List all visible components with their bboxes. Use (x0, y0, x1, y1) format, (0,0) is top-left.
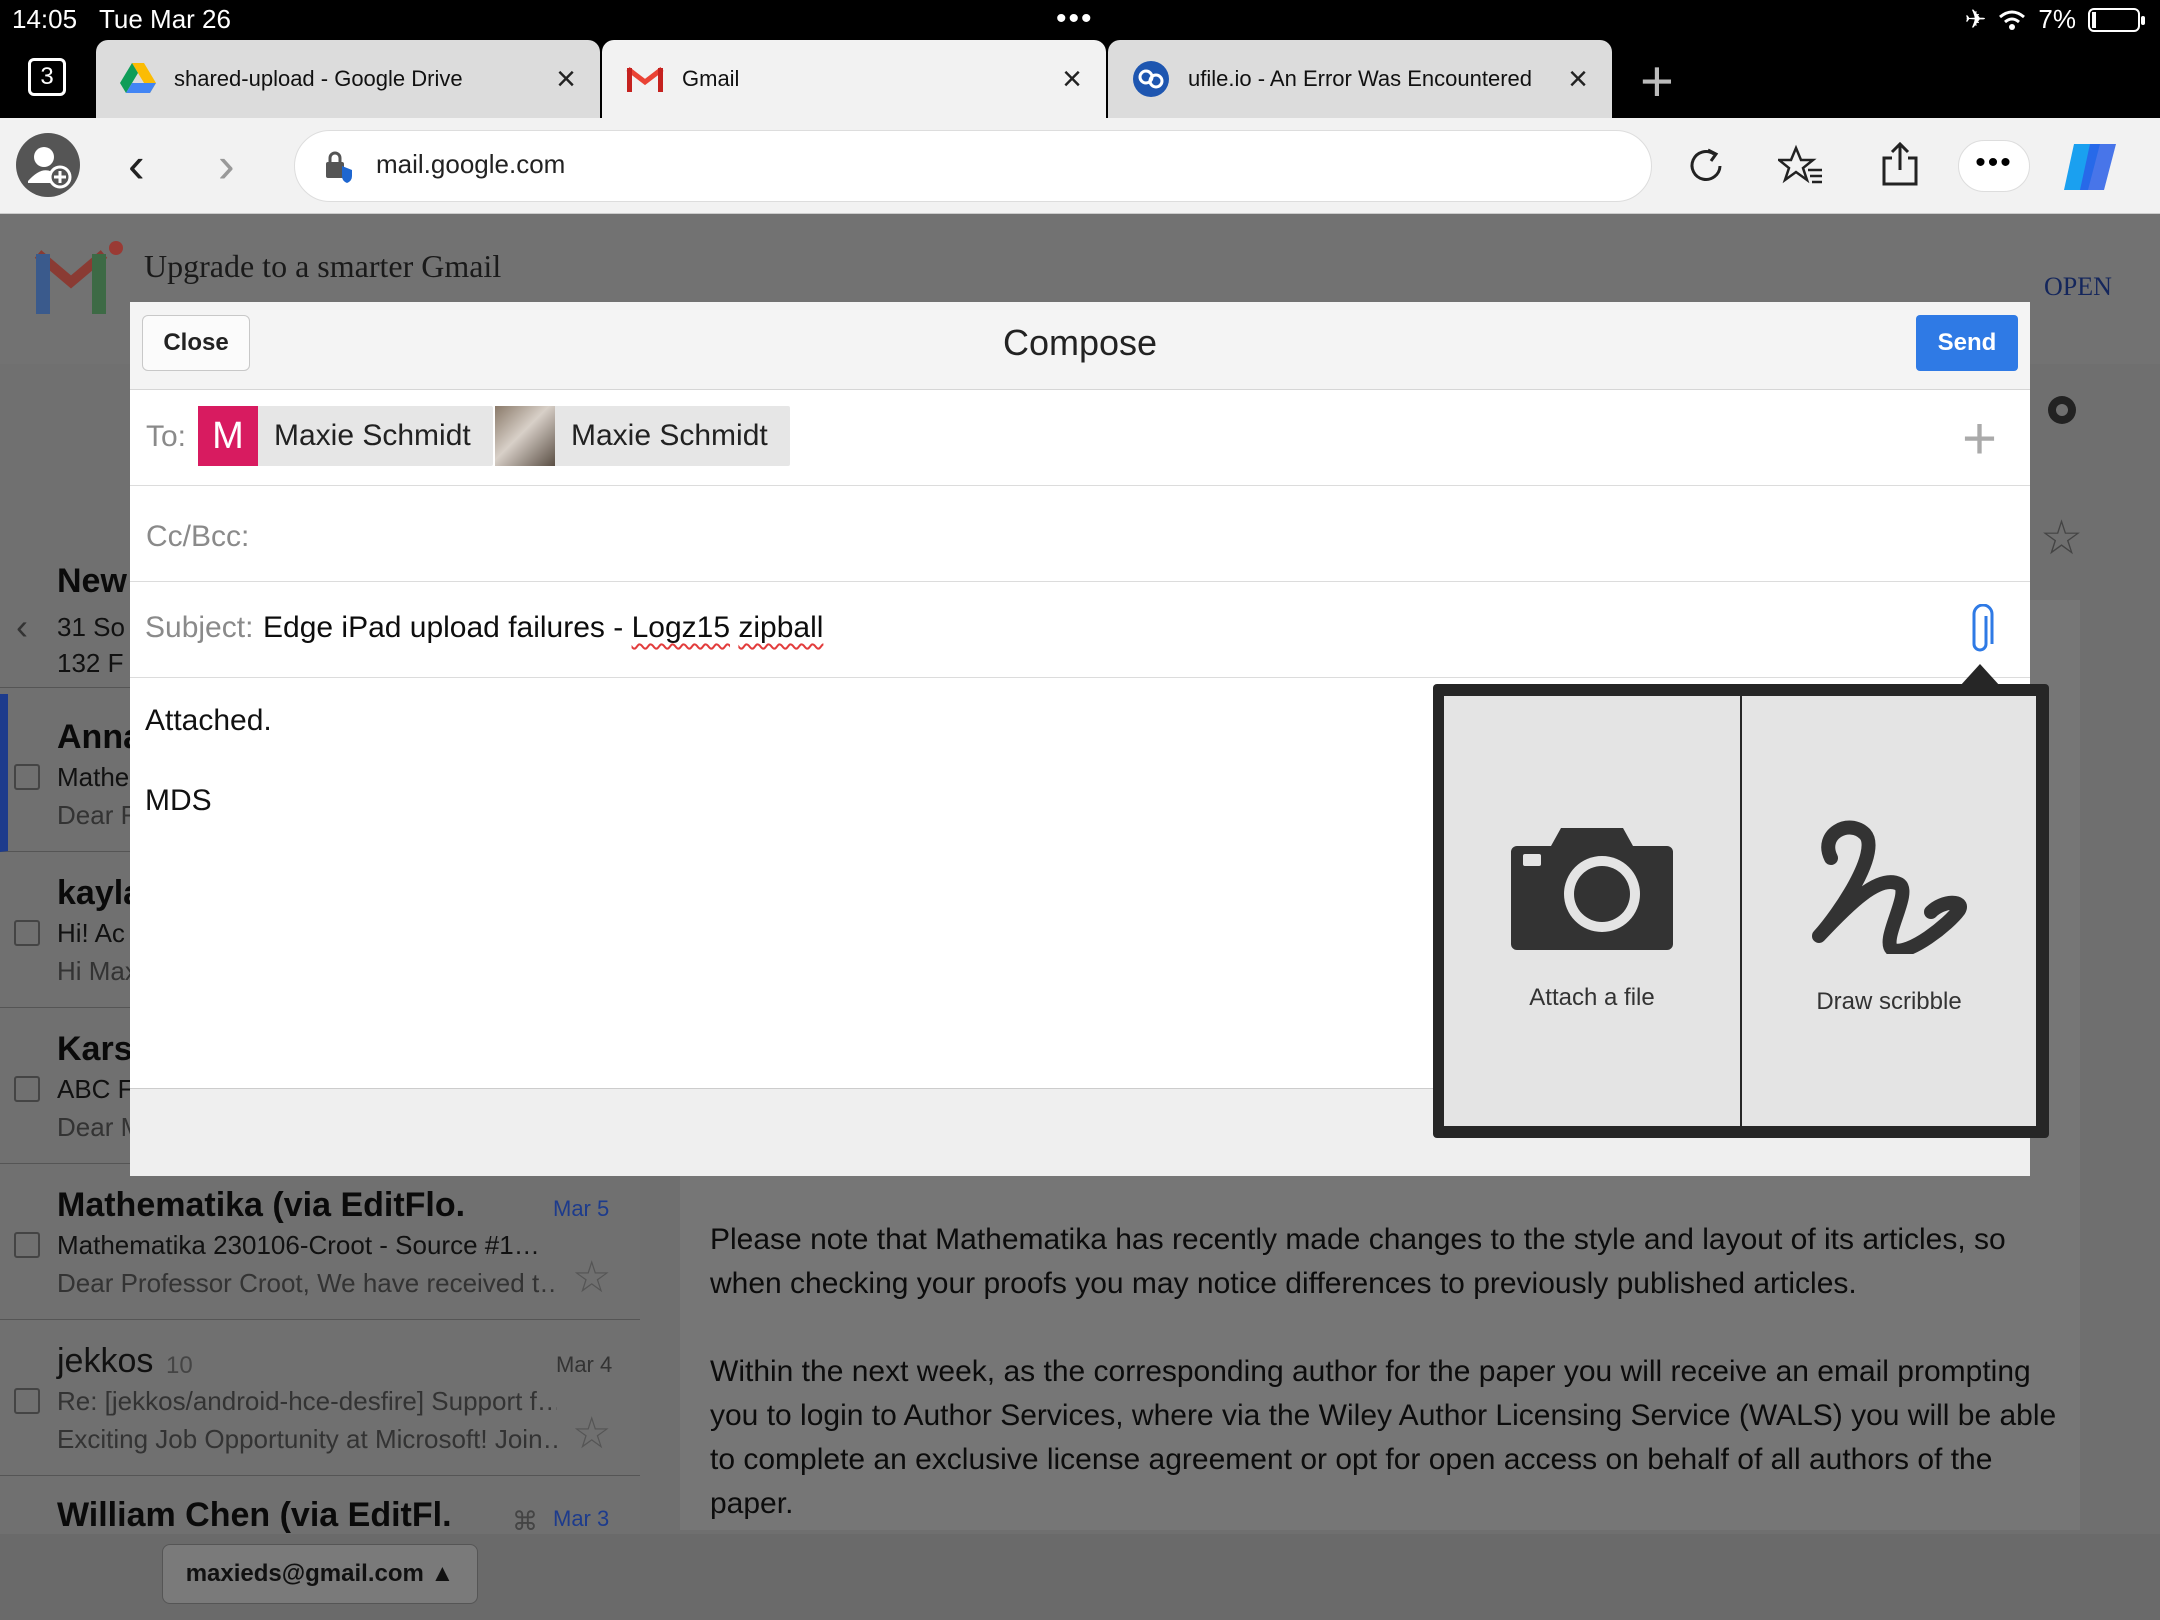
tab-ufile[interactable]: ufile.io - An Error Was Encountered × (1108, 40, 1612, 118)
email-body-paragraph: Within the next week, as the correspondi… (710, 1355, 2057, 1520)
star-icon[interactable]: ☆ (572, 1252, 611, 1303)
airplane-icon: ✈ (1964, 4, 1987, 34)
misspelled-word: Logz15 (631, 611, 731, 644)
profile-avatar-icon[interactable] (16, 133, 80, 197)
sender-name: William Chen (via EditFl. (57, 1496, 452, 1534)
checkbox[interactable] (14, 920, 40, 946)
reload-icon[interactable] (1684, 144, 1728, 188)
account-switcher-button[interactable]: maxieds@gmail.com ▲ (162, 1544, 478, 1604)
subject-text: Edge iPad upload failures - (263, 611, 632, 644)
status-indicators: ✈ 7% (1964, 4, 2145, 35)
recipient-name: Maxie Schmidt (274, 419, 471, 452)
subject-line: Re: [jekkos/android-hce-desfire] Support… (57, 1386, 557, 1416)
message-date: Mar 3 (553, 1506, 610, 1531)
attachment-icon: ⌘ (512, 1506, 538, 1536)
camera-icon (1511, 828, 1673, 950)
message-date: Mar 4 (556, 1352, 613, 1377)
list-item[interactable]: jekkos 10 Mar 4 Re: [jekkos/android-hce-… (0, 1320, 640, 1476)
multitask-dots-icon[interactable]: ••• (1056, 2, 1094, 36)
gmail-icon (626, 67, 664, 92)
message-date: Mar 5 (553, 1196, 610, 1221)
status-time: 14:05 (12, 4, 78, 34)
recipient-avatar: M (198, 406, 258, 466)
battery-percent: 7% (2038, 4, 2076, 34)
account-email: maxieds@gmail.com (185, 1560, 424, 1587)
ufile-icon (1133, 61, 1169, 97)
tab-count-button[interactable]: 3 (28, 58, 66, 96)
close-tab-icon[interactable]: × (1062, 60, 1082, 99)
back-icon[interactable]: ‹ (128, 136, 145, 194)
preview-line: Exciting Job Opportunity at Microsoft! J… (57, 1424, 557, 1454)
new-tab-icon[interactable]: + (1640, 48, 1674, 115)
cc-bcc-field[interactable] (130, 486, 2030, 582)
sender-name: New (57, 562, 127, 600)
checkbox[interactable] (14, 1232, 40, 1258)
upgrade-banner-text: Upgrade to a smarter Gmail (144, 248, 502, 284)
subject-value[interactable]: Edge iPad upload failures - Logz15 zipba… (263, 611, 823, 645)
tab-gmail[interactable]: Gmail × (602, 40, 1106, 118)
subject-label: Subject: (145, 611, 254, 644)
checkbox[interactable] (14, 1388, 40, 1414)
body-line[interactable]: MDS (145, 784, 212, 818)
sender-name: Kars (57, 1030, 133, 1068)
tab-title: Gmail (682, 66, 740, 91)
list-item[interactable]: Mathematika (via EditFlo. Mar 5 Mathemat… (0, 1164, 640, 1320)
chevron-left-icon[interactable]: ‹ (16, 606, 28, 648)
caret-up-icon: ▲ (430, 1560, 455, 1587)
attach-file-option[interactable]: Attach a file (1444, 696, 1740, 1126)
draw-scribble-option[interactable]: Draw scribble (1742, 696, 2036, 1126)
tab-google-drive[interactable]: shared-upload - Google Drive × (96, 40, 600, 118)
star-icon[interactable]: ☆ (572, 1408, 611, 1459)
recipient-photo-avatar (495, 406, 555, 466)
gmail-logo-icon (34, 241, 123, 314)
compose-title: Compose (1002, 322, 1158, 363)
sender-name: jekkos (57, 1342, 154, 1380)
recipient-chip[interactable]: M Maxie Schmidt (198, 406, 493, 466)
sender-name: Mathematika (via EditFlo. (57, 1186, 466, 1224)
scribble-icon (1812, 820, 1968, 954)
close-tab-icon[interactable]: × (556, 60, 576, 99)
close-tab-icon[interactable]: × (1568, 60, 1588, 99)
to-label: To: (146, 420, 187, 453)
list-item[interactable]: William Chen (via EditFl. ⌘ Mar 3 (0, 1476, 640, 1536)
recipient-chip[interactable]: Maxie Schmidt (495, 406, 790, 466)
forward-icon[interactable]: › (218, 136, 235, 194)
favorites-icon[interactable] (1778, 144, 1824, 188)
misspelled-word: zipball (738, 611, 824, 644)
battery-icon (2088, 7, 2145, 32)
open-app-link[interactable]: OPEN (2044, 272, 2112, 302)
send-button[interactable]: Send (1916, 315, 2018, 371)
checkbox[interactable] (14, 764, 40, 790)
recipient-name: Maxie Schmidt (571, 419, 768, 452)
cc-bcc-label: Cc/Bcc: (146, 520, 250, 553)
google-drive-icon (120, 63, 156, 93)
draw-scribble-label: Draw scribble (1816, 988, 1962, 1015)
star-icon[interactable]: ☆ (2040, 510, 2083, 566)
subject-line: Mathematika 230106-Croot - Source #1… (57, 1230, 540, 1260)
wifi-icon (1999, 10, 2026, 30)
copilot-icon[interactable] (2060, 140, 2122, 194)
add-recipient-icon[interactable]: + (1962, 404, 1997, 473)
attach-file-label: Attach a file (1529, 984, 1655, 1011)
checkbox[interactable] (14, 1076, 40, 1102)
more-menu-button[interactable]: ••• (1958, 140, 2030, 192)
site-lock-icon[interactable] (322, 150, 356, 184)
preview-line: Dear Professor Croot, We have received t… (57, 1268, 557, 1298)
share-icon[interactable] (1878, 140, 1922, 188)
url-text[interactable]: mail.google.com (376, 149, 565, 180)
email-body-paragraph: Please note that Mathematika has recentl… (710, 1223, 2006, 1300)
status-bar: 14:05 Tue Mar 26 ••• ✈ 7% (0, 0, 2160, 40)
body-line[interactable]: Attached. (145, 704, 272, 738)
settings-gear-icon[interactable] (2040, 388, 2084, 432)
thread-count: 10 (166, 1352, 193, 1379)
tab-title: shared-upload - Google Drive (174, 66, 463, 91)
paperclip-icon[interactable] (1966, 604, 1996, 658)
tab-title: ufile.io - An Error Was Encountered (1188, 66, 1533, 91)
popover-arrow (1960, 664, 2000, 686)
status-date: Tue Mar 26 (99, 4, 231, 34)
